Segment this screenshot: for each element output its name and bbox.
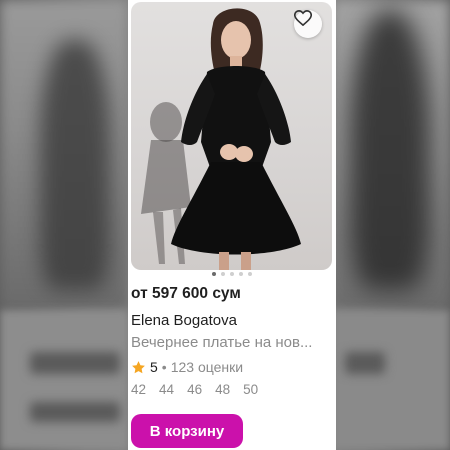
dress-photo-illustration <box>141 8 301 270</box>
size-option: 50 <box>243 382 259 397</box>
carousel-dot[interactable] <box>230 272 234 276</box>
product-price: от 597 600 сум <box>131 285 241 302</box>
product-brand: Elena Bogatova <box>131 312 237 329</box>
background-text-blur <box>30 352 120 374</box>
carousel-dot[interactable] <box>221 272 225 276</box>
favorite-button[interactable] <box>294 10 322 38</box>
product-rating: 5 • 123 оценки <box>131 359 243 375</box>
background-left-silhouette <box>40 40 110 290</box>
rating-separator: • <box>161 359 167 375</box>
background-bottom-left <box>0 310 128 450</box>
product-image[interactable] <box>131 2 332 270</box>
reviews-count: 123 оценки <box>170 359 244 375</box>
carousel-dot[interactable] <box>212 272 216 276</box>
heart-outline-icon <box>294 10 312 26</box>
size-option: 44 <box>159 382 175 397</box>
size-option: 46 <box>187 382 203 397</box>
rating-value: 5 <box>150 359 158 375</box>
product-card[interactable]: от 597 600 сум Elena Bogatova Вечернее п… <box>128 0 336 450</box>
background-right-silhouette <box>350 10 430 290</box>
background-bottom-right <box>332 310 450 450</box>
carousel-dot[interactable] <box>248 272 252 276</box>
carousel-dot[interactable] <box>239 272 243 276</box>
star-icon <box>132 360 145 373</box>
size-list: 42 44 46 48 50 <box>131 382 258 397</box>
product-title[interactable]: Вечернее платье на нов... <box>131 334 331 351</box>
add-to-cart-button[interactable]: В корзину <box>131 414 243 448</box>
size-option: 48 <box>215 382 231 397</box>
background-text-blur <box>30 402 120 422</box>
size-option: 42 <box>131 382 147 397</box>
image-carousel-indicator <box>128 272 336 276</box>
background-text-blur <box>345 352 385 374</box>
